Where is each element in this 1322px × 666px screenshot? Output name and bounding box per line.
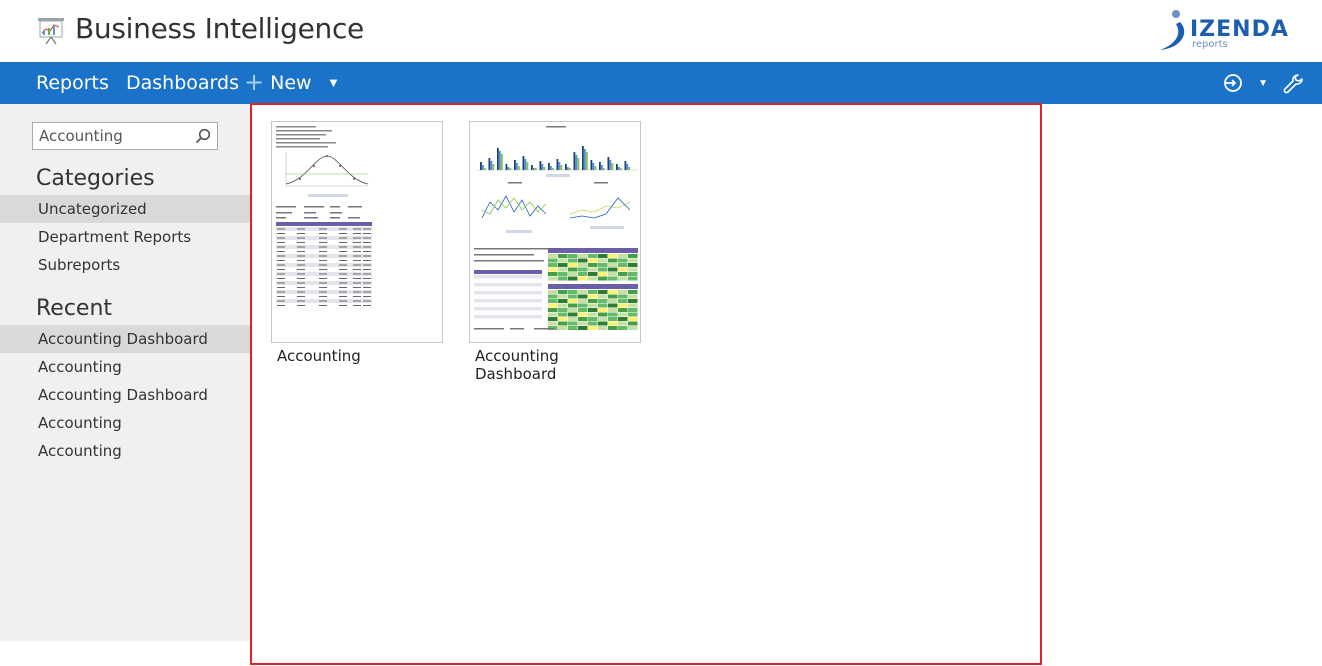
nav-new-menu[interactable]: + New ▼ bbox=[244, 68, 338, 96]
chevron-down-icon: ▼ bbox=[329, 77, 338, 89]
app-title: Business Intelligence bbox=[75, 12, 364, 45]
search-input[interactable] bbox=[33, 123, 193, 149]
presentation-board-icon bbox=[38, 18, 64, 45]
sidebar-category-item[interactable]: Subreports bbox=[0, 251, 250, 279]
report-tile-accounting[interactable]: Accounting bbox=[271, 121, 445, 365]
report-thumbnail bbox=[271, 121, 443, 343]
search-icon[interactable] bbox=[195, 128, 211, 144]
nav-right-tools: ▼ bbox=[1222, 72, 1304, 94]
tile-label: Accounting bbox=[277, 347, 361, 365]
nav-new-label: New bbox=[270, 72, 312, 94]
sidebar-recent-item[interactable]: Accounting Dashboard bbox=[0, 381, 250, 409]
sidebar-recent-item[interactable]: Accounting bbox=[0, 353, 250, 381]
report-gallery: Accounting Accounting Dashboard bbox=[250, 103, 1042, 665]
plus-icon: + bbox=[244, 68, 265, 96]
sidebar-recent-item[interactable]: Accounting Dashboard bbox=[0, 325, 250, 353]
dashboard-preview-image bbox=[474, 126, 638, 330]
recent-heading: Recent bbox=[36, 296, 113, 321]
sidebar-category-item[interactable]: Uncategorized bbox=[0, 195, 250, 223]
wrench-icon[interactable] bbox=[1282, 72, 1304, 94]
logo-swoosh-icon bbox=[1160, 10, 1185, 50]
sidebar-recent-item[interactable]: Accounting bbox=[0, 409, 250, 437]
izenda-logo: IZENDA reports bbox=[1154, 8, 1314, 54]
sidebar: Categories UncategorizedDepartment Repor… bbox=[0, 104, 250, 641]
report-preview-image bbox=[276, 126, 372, 308]
sidebar-category-item[interactable]: Department Reports bbox=[0, 223, 250, 251]
user-menu-chevron-down-icon[interactable]: ▼ bbox=[1258, 78, 1268, 89]
report-tile-accounting-dashboard[interactable]: Accounting Dashboard bbox=[469, 121, 643, 383]
sign-in-icon[interactable] bbox=[1222, 72, 1244, 94]
dashboard-thumbnail bbox=[469, 121, 641, 343]
app-header: Business Intelligence IZENDA reports bbox=[0, 0, 1322, 62]
nav-reports[interactable]: Reports bbox=[36, 72, 109, 94]
categories-heading: Categories bbox=[36, 166, 155, 191]
search-box bbox=[32, 122, 218, 150]
tile-label: Accounting Dashboard bbox=[475, 347, 559, 383]
nav-dashboards[interactable]: Dashboards bbox=[126, 72, 239, 94]
sidebar-recent-item[interactable]: Accounting bbox=[0, 437, 250, 465]
logo-subtext: reports bbox=[1192, 39, 1228, 50]
main-navbar: Reports Dashboards + New ▼ ▼ bbox=[0, 62, 1322, 104]
